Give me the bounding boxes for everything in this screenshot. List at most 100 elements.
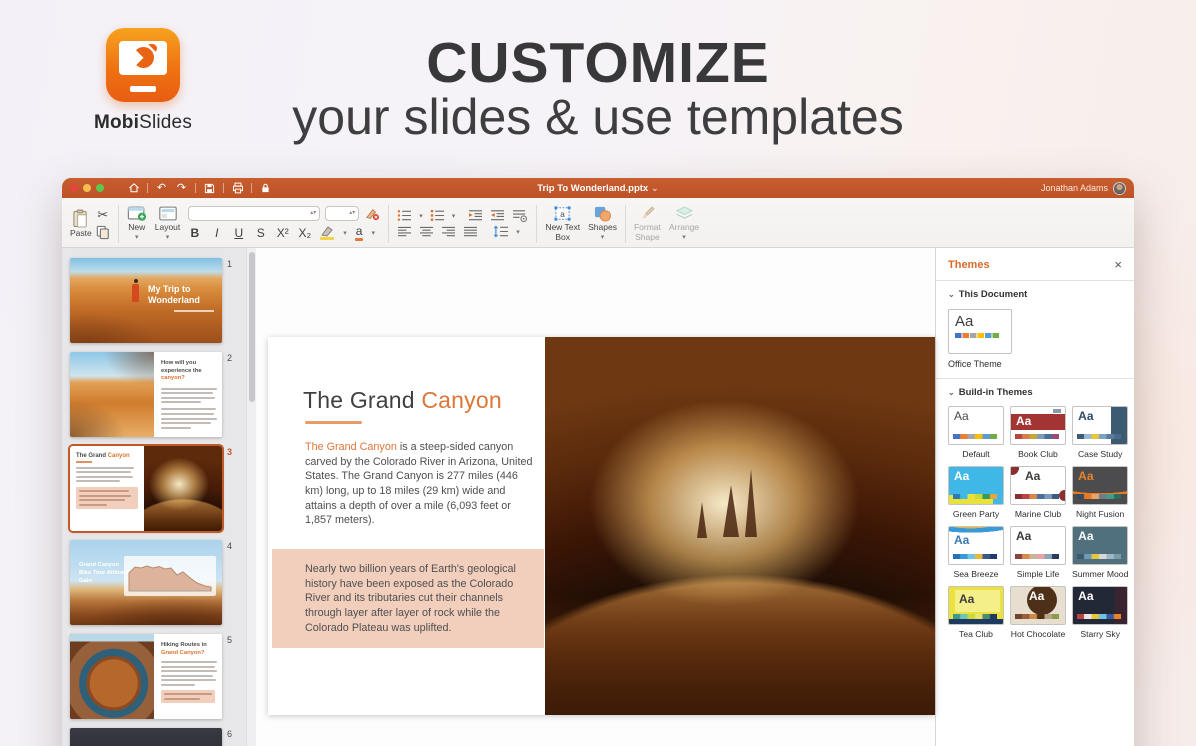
theme-marine-club[interactable]: Aa Marine Club	[1010, 466, 1066, 519]
theme-color-swatches	[953, 434, 997, 439]
save-icon[interactable]	[203, 182, 216, 195]
slide-thumbnail-1[interactable]: My Trip to Wonderland 1	[70, 258, 240, 343]
align-center-icon[interactable]	[419, 226, 434, 238]
theme-sea-breeze[interactable]: Aa Sea Breeze	[948, 526, 1004, 579]
theme-default[interactable]: Aa Default	[948, 406, 1004, 459]
home-icon[interactable]	[127, 182, 140, 195]
slide-thumbnail-4[interactable]: Grand Canyon Bike Tour Altitude Gain 4	[70, 540, 240, 625]
superscript-button[interactable]: X²	[276, 226, 289, 240]
theme-label: Hot Chocolate	[1010, 629, 1066, 639]
arrange-button[interactable]: Arrange ▾	[669, 205, 699, 241]
undo-icon[interactable]: ↶	[155, 182, 168, 195]
print-icon[interactable]	[231, 182, 244, 195]
slide-6-photo	[70, 728, 222, 746]
list-options-icon[interactable]	[512, 209, 528, 222]
office-theme-thumb[interactable]: Aa	[948, 309, 1012, 354]
decrease-indent-icon[interactable]	[490, 209, 505, 222]
chevron-down-icon[interactable]: ▾	[371, 229, 375, 237]
chevron-down-icon[interactable]: ▾	[419, 212, 423, 220]
slide-number: 4	[227, 540, 237, 625]
font-size-select[interactable]: ▴▾	[325, 206, 359, 221]
format-shape-button[interactable]: Format Shape	[634, 205, 661, 242]
slide-body-text[interactable]: The Grand Canyon is a steep-sided canyon…	[305, 440, 535, 528]
italic-button[interactable]: I	[210, 226, 223, 240]
canyon-photo[interactable]	[545, 337, 935, 715]
numbered-list-icon[interactable]	[430, 209, 445, 222]
section-this-document[interactable]: ⌄This Document	[948, 289, 1122, 300]
cut-icon[interactable]: ✂	[97, 208, 108, 221]
copy-icon[interactable]	[96, 225, 110, 240]
slide-thumbnail-panel: My Trip to Wonderland 1 How will you exp…	[62, 248, 246, 746]
slide-6-thumb[interactable]	[70, 728, 222, 746]
bold-button[interactable]: B	[188, 226, 201, 240]
theme-color-swatches	[1015, 614, 1059, 619]
app-window: ↶ ↷ Trip To Wonderland.pptx ⌄ Jonathan A…	[62, 178, 1134, 746]
theme-green-party[interactable]: Aa Green Party	[948, 466, 1004, 519]
theme-label: Sea Breeze	[948, 569, 1004, 579]
thumbnail-scrollbar[interactable]	[246, 248, 256, 746]
stepper-icon[interactable]: ▴▾	[349, 211, 355, 216]
increase-indent-icon[interactable]	[468, 209, 483, 222]
slide-1-thumb[interactable]: My Trip to Wonderland	[70, 258, 222, 343]
chevron-down-icon[interactable]: ▾	[452, 212, 456, 220]
theme-tea-club[interactable]: Aa Tea Club	[948, 586, 1004, 639]
slide-3-thumb-selected[interactable]: The Grand Canyon	[70, 446, 222, 531]
theme-color-swatches	[1015, 494, 1059, 499]
zoom-window-button[interactable]	[96, 184, 104, 192]
avatar[interactable]	[1113, 182, 1126, 195]
hero-subtitle: your slides & use templates	[0, 88, 1196, 146]
close-window-button[interactable]	[70, 184, 78, 192]
paste-button[interactable]: Paste	[70, 209, 92, 238]
redo-icon[interactable]: ↷	[175, 182, 188, 195]
theme-starry-sky[interactable]: Aa Starry Sky	[1072, 586, 1128, 639]
current-slide[interactable]: The Grand Canyon The Grand Canyon is a s…	[268, 337, 935, 715]
line-spacing-icon[interactable]	[493, 225, 509, 238]
account-area[interactable]: Jonathan Adams	[1041, 182, 1126, 195]
new-slide-button[interactable]: New ▾	[127, 205, 147, 241]
slide-thumbnail-2[interactable]: How will you experience the canyon? 2	[70, 352, 240, 437]
layout-button[interactable]: Layout ▾	[155, 205, 181, 241]
slide-canvas: The Grand Canyon The Grand Canyon is a s…	[256, 248, 935, 746]
slide-5-thumb[interactable]: Hiking Routes in Grand Canyon?	[70, 634, 222, 719]
svg-text:a: a	[560, 209, 565, 219]
theme-simple-life[interactable]: Aa Simple Life	[1010, 526, 1066, 579]
align-justify-icon[interactable]	[463, 226, 478, 238]
font-color-button[interactable]: a	[356, 224, 363, 241]
slide-callout-box[interactable]: Nearly two billion years of Earth's geol…	[272, 549, 544, 648]
slide-4-thumb[interactable]: Grand Canyon Bike Tour Altitude Gain	[70, 540, 222, 625]
theme-night-fusion[interactable]: Aa Night Fusion	[1072, 466, 1128, 519]
slide-thumbnail-5[interactable]: Hiking Routes in Grand Canyon? 5	[70, 634, 240, 719]
stepper-icon[interactable]: ▴▾	[310, 211, 316, 216]
slide-thumbnail-3[interactable]: The Grand Canyon 3	[70, 446, 240, 531]
theme-case-study[interactable]: Aa Case Study	[1072, 406, 1128, 459]
bulleted-list-icon[interactable]	[397, 209, 412, 222]
canyon-foreground	[545, 595, 935, 715]
clear-formatting-icon[interactable]	[364, 207, 380, 221]
theme-book-club[interactable]: Aa Book Club	[1010, 406, 1066, 459]
slide-3-title-accent: Canyon	[108, 453, 130, 459]
chevron-down-icon[interactable]: ▾	[516, 228, 520, 236]
strikethrough-button[interactable]: S	[254, 226, 267, 240]
slide-title[interactable]: The Grand Canyon	[303, 387, 502, 414]
align-right-icon[interactable]	[441, 226, 456, 238]
shapes-button[interactable]: Shapes ▾	[588, 205, 617, 241]
theme-sample-text: Aa	[1078, 410, 1093, 422]
section-builtin-themes[interactable]: ⌄Build-in Themes	[948, 387, 1122, 398]
chevron-down-icon[interactable]: ▾	[343, 229, 347, 237]
slide-thumbnail-6[interactable]: 6	[70, 728, 240, 746]
lock-icon[interactable]	[259, 182, 272, 195]
align-left-icon[interactable]	[397, 226, 412, 238]
theme-hot-chocolate[interactable]: Aa Hot Chocolate	[1010, 586, 1066, 639]
font-family-select[interactable]: ▴▾	[188, 206, 320, 221]
slide-2-thumb[interactable]: How will you experience the canyon?	[70, 352, 222, 437]
subscript-button[interactable]: X₂	[298, 226, 311, 240]
theme-label: Marine Club	[1010, 509, 1066, 519]
theme-sample-text: Aa	[955, 314, 1006, 331]
highlight-color-button[interactable]	[320, 226, 334, 240]
theme-summer-mood[interactable]: Aa Summer Mood	[1072, 526, 1128, 579]
minimize-window-button[interactable]	[83, 184, 91, 192]
close-panel-icon[interactable]: ×	[1114, 258, 1122, 271]
underline-button[interactable]: U	[232, 226, 245, 240]
new-text-box-button[interactable]: a New Text Box	[545, 205, 580, 242]
scrollbar-handle[interactable]	[249, 252, 255, 402]
